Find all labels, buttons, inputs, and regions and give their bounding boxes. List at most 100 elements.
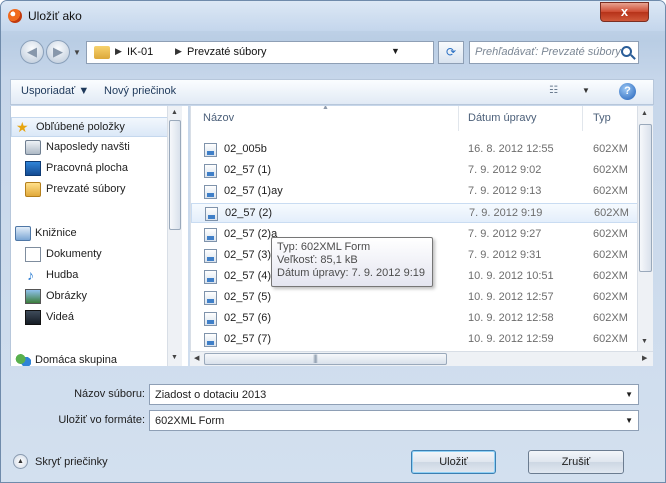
- column-name[interactable]: ▲ Názov: [191, 106, 459, 131]
- sidebar-item-label: Pracovná plocha: [46, 162, 128, 174]
- libraries-icon: [15, 226, 31, 241]
- app-icon: [8, 9, 22, 23]
- sidebar-item-label: Prevzaté súbory: [46, 183, 126, 195]
- sidebar-item-downloads[interactable]: Prevzaté súbory: [11, 180, 168, 200]
- chevron-down-icon[interactable]: ▼: [625, 416, 633, 425]
- search-input[interactable]: Prehľadávať: Prevzaté súbory: [475, 46, 621, 58]
- file-icon: [204, 249, 217, 263]
- scroll-up-icon[interactable]: ▲: [171, 109, 178, 116]
- help-icon[interactable]: ?: [619, 83, 636, 100]
- column-type-label: Typ: [593, 112, 611, 124]
- file-icon: [204, 143, 217, 157]
- file-date: 10. 9. 2012 12:57: [468, 291, 554, 303]
- forward-button[interactable]: ▶: [46, 40, 70, 64]
- column-date-label: Dátum úpravy: [468, 112, 537, 124]
- back-button[interactable]: ◀: [20, 40, 44, 64]
- navigation-scrollbar[interactable]: ▲ ▼: [167, 106, 182, 366]
- file-type: 602XM: [593, 143, 628, 155]
- file-row[interactable]: 02_57 (1) 7. 9. 2012 9:02 602XM: [191, 161, 639, 181]
- sidebar-item-music[interactable]: ♪ Hudba: [11, 266, 168, 286]
- close-button[interactable]: x: [600, 2, 649, 22]
- breadcrumb-downloads[interactable]: Prevzaté súbory: [187, 46, 266, 58]
- file-type: 602XM: [593, 185, 628, 197]
- file-name: 02_57 (6): [224, 312, 272, 324]
- file-type: 602XM: [593, 270, 628, 282]
- file-row[interactable]: 02_57 (7) 10. 9. 2012 12:59 602XM: [191, 330, 639, 350]
- file-row[interactable]: 02_57 (1)ay 7. 9. 2012 9:13 602XM: [191, 182, 639, 202]
- collapse-icon[interactable]: ▲: [13, 454, 28, 469]
- new-folder-button[interactable]: Nový priečinok: [104, 85, 176, 97]
- sidebar-item-documents[interactable]: Dokumenty: [11, 245, 168, 265]
- breadcrumb-separator-icon[interactable]: ▶: [175, 46, 182, 57]
- videos-icon: [25, 310, 41, 325]
- scrollbar-grip-icon: |||: [313, 353, 318, 363]
- sidebar-item-videos[interactable]: Videá: [11, 308, 168, 328]
- sidebar-item-favorites[interactable]: ★ Obľúbené položky: [11, 117, 168, 137]
- file-name: 02_57 (7): [224, 333, 272, 345]
- scroll-down-icon[interactable]: ▼: [641, 338, 648, 345]
- scroll-up-icon[interactable]: ▲: [641, 110, 648, 117]
- refresh-button[interactable]: ⟳: [438, 41, 464, 64]
- recent-locations-dropdown[interactable]: ▼: [73, 48, 81, 57]
- sidebar-item-homegroup[interactable]: Domáca skupina: [11, 351, 168, 366]
- address-bar[interactable]: ▶ IK-01 ▶ Prevzaté súbory ▼: [86, 41, 434, 64]
- file-date: 7. 9. 2012 9:27: [468, 228, 542, 240]
- chevron-down-icon[interactable]: ▼: [625, 390, 633, 399]
- file-icon: [204, 164, 217, 178]
- views-icon[interactable]: ☷: [549, 85, 558, 96]
- sidebar-item-label: Videá: [46, 311, 74, 323]
- file-type: 602XM: [593, 333, 628, 345]
- filename-value[interactable]: Ziadost o dotaciu 2013: [155, 389, 266, 401]
- file-icon: [205, 207, 218, 221]
- address-dropdown-icon[interactable]: ▼: [391, 46, 400, 56]
- scroll-right-icon[interactable]: ▶: [642, 354, 647, 362]
- file-row[interactable]: 02_005b 16. 8. 2012 12:55 602XM: [191, 140, 639, 160]
- sidebar-item-label: Domáca skupina: [35, 354, 117, 366]
- sidebar-item-desktop[interactable]: Pracovná plocha: [11, 159, 168, 179]
- horizontal-scrollbar[interactable]: ◀ ||| ▶: [190, 351, 653, 366]
- save-button[interactable]: Uložiť: [411, 450, 496, 474]
- breadcrumb-separator-icon[interactable]: ▶: [115, 46, 122, 57]
- file-name: 02_57 (2): [225, 207, 273, 219]
- sidebar-item-label: Obľúbené položky: [36, 121, 125, 133]
- file-type: 602XM: [593, 228, 628, 240]
- views-dropdown-icon[interactable]: ▼: [582, 86, 590, 95]
- filename-label: Názov súboru:: [74, 388, 145, 400]
- format-select[interactable]: 602XML Form ▼: [149, 410, 639, 431]
- search-box[interactable]: Prehľadávať: Prevzaté súbory: [469, 41, 639, 64]
- column-type[interactable]: Typ: [583, 106, 639, 131]
- file-list-scrollbar[interactable]: ▲ ▼: [637, 106, 653, 351]
- file-name: 02_57 (4): [224, 270, 272, 282]
- sidebar-item-recent[interactable]: Naposledy navšti: [11, 138, 168, 158]
- hide-folders-label[interactable]: Skryť priečinky: [35, 456, 108, 468]
- file-row[interactable]: 02_57 (6) 10. 9. 2012 12:58 602XM: [191, 309, 639, 329]
- scroll-left-icon[interactable]: ◀: [194, 354, 199, 362]
- file-date: 7. 9. 2012 9:19: [469, 207, 543, 219]
- file-date: 10. 9. 2012 12:58: [468, 312, 554, 324]
- scroll-down-icon[interactable]: ▼: [171, 354, 178, 361]
- sort-ascending-icon: ▲: [322, 106, 329, 111]
- file-type: 602XM: [593, 249, 628, 261]
- file-name: 02_57 (1): [224, 164, 272, 176]
- breadcrumb-ik01[interactable]: IK-01: [127, 46, 153, 58]
- file-row[interactable]: 02_57 (5) 10. 9. 2012 12:57 602XM: [191, 288, 639, 308]
- file-type: 602XM: [593, 312, 628, 324]
- scrollbar-thumb[interactable]: |||: [204, 353, 447, 365]
- column-date[interactable]: Dátum úpravy: [459, 106, 583, 131]
- scrollbar-thumb[interactable]: [169, 120, 181, 230]
- tooltip-type: Typ: 602XML Form: [277, 241, 371, 253]
- command-bar: Usporiadať ▼ Nový priečinok ☷ ▼ ?: [10, 79, 654, 105]
- navigation-pane: ★ Obľúbené položky Naposledy navšti Prac…: [10, 106, 188, 366]
- sidebar-item-pictures[interactable]: Obrázky: [11, 287, 168, 307]
- search-icon[interactable]: [621, 46, 632, 57]
- cancel-button[interactable]: Zrušiť: [528, 450, 624, 474]
- folder-icon: [94, 46, 110, 59]
- sidebar-item-libraries[interactable]: Knižnice: [11, 224, 168, 244]
- sidebar-item-label: Obrázky: [46, 290, 87, 302]
- file-icon: [204, 185, 217, 199]
- organize-menu[interactable]: Usporiadať ▼: [21, 85, 89, 97]
- file-row-selected[interactable]: 02_57 (2) 7. 9. 2012 9:19 602XM: [191, 203, 639, 223]
- scrollbar-thumb[interactable]: [639, 124, 652, 272]
- file-icon: [204, 291, 217, 305]
- filename-field[interactable]: Ziadost o dotaciu 2013 ▼: [149, 384, 639, 405]
